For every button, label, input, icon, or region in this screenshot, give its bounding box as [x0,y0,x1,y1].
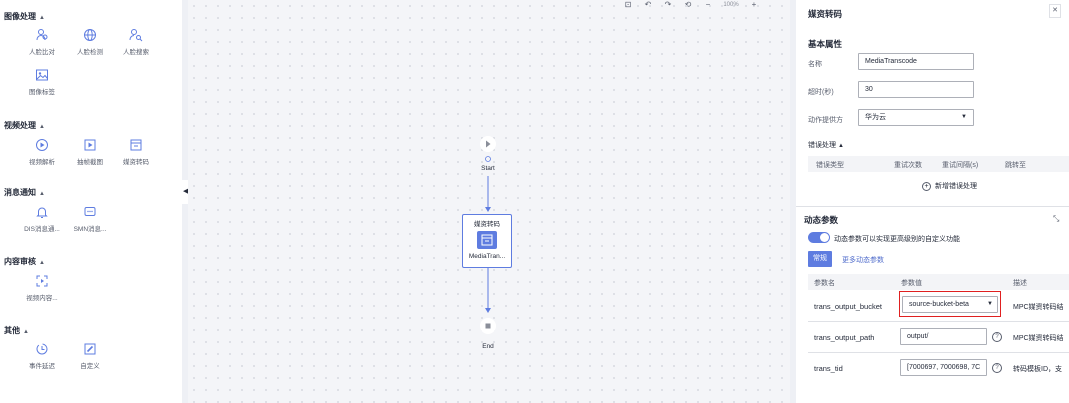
tool-video-moderation[interactable]: 视频内容... [20,274,64,304]
caret-up-icon: ▲ [39,15,45,21]
highlight-box [899,291,1001,317]
tool-custom[interactable]: 自定义 [68,342,112,372]
start-port[interactable] [485,156,491,162]
tool-image-tag[interactable]: 图像标签 [20,68,64,98]
image-icon [36,69,48,81]
task-node-name: MediaTran... [468,253,506,260]
start-label: Start [481,165,495,172]
param-name: trans_output_path [814,333,875,342]
row-divider [808,321,1069,322]
caret-up-icon: ▲ [23,329,29,335]
scan-icon [36,275,48,287]
name-input[interactable]: MediaTranscode [858,53,974,70]
globe-icon [84,29,96,41]
end-label: End [482,343,494,350]
param-value-input[interactable]: output/ [900,328,987,345]
expand-icon[interactable]: ⤡ [1053,214,1059,224]
close-panel-button[interactable]: ✕ [1049,4,1061,18]
section-image-processing[interactable]: 图像处理 ▲ [4,11,45,22]
tab-normal[interactable]: 常规 [808,251,832,267]
add-error-handling-button[interactable]: + 新增错误处理 [922,181,977,191]
transcode-icon [130,139,142,151]
section-message-notify[interactable]: 消息通知 ▲ [4,187,45,198]
frame-capture-icon [84,139,96,151]
param-description: 转码模板ID，支 [1013,366,1062,373]
tab-more-dynamic-params[interactable]: 更多动态参数 [842,255,884,265]
section-other[interactable]: 其他 ▲ [4,325,29,336]
task-node-title: 媒资转码 [474,221,500,228]
tool-face-detect[interactable]: 人脸检测 [68,28,112,58]
section-content-moderation[interactable]: 内容审核 ▲ [4,256,45,267]
flow-canvas[interactable]: ⊡ ↶ ↷ ⟲ − 100% + Start End 媒资转码 MediaTra… [188,0,790,403]
help-icon[interactable]: ? [992,332,1002,342]
stop-icon [485,323,491,329]
play-circle-icon [36,139,48,151]
tool-smn-message[interactable]: SMN消息... [68,205,112,235]
provider-select[interactable]: 华为云 ▼ [858,109,974,126]
arrow-down-icon [485,207,491,212]
timeout-label: 超时(秒) [808,89,834,96]
tool-dis-message[interactable]: DIS消息通... [20,205,64,235]
dynamic-params-toggle[interactable] [808,232,830,243]
param-name: trans_output_bucket [814,302,882,311]
dropdown-arrow-icon: ▼ [961,114,967,120]
panel-header: 媒资转码 [808,9,843,19]
caret-up-icon: ▲ [39,191,45,197]
param-value-input[interactable]: [7000697, 7000698, 7C [900,359,987,376]
bell-icon [36,207,48,218]
row-divider [808,352,1069,353]
chat-icon [84,207,96,216]
edit-icon [84,343,96,355]
help-icon[interactable]: ? [992,363,1002,373]
param-description: MPC媒资转码结 [1013,304,1064,311]
tool-face-search[interactable]: 人脸搜索 [114,28,158,58]
tool-video-parse[interactable]: 视频解析 [20,138,64,168]
section-divider [796,206,1069,207]
name-label: 名称 [808,61,822,68]
dynamic-params-title: 动态参数 [804,215,839,225]
caret-up-icon: ▲ [39,124,45,130]
caret-up-icon: ▲ [39,260,45,266]
tool-frame-capture[interactable]: 抽帧截图 [68,138,112,168]
tool-media-transcode[interactable]: 媒资转码 [114,138,158,168]
dynamic-params-hint: 动态参数可以实现更高级别的自定义功能 [834,236,960,243]
caret-up-icon: ▲ [837,143,844,149]
timeout-input[interactable]: 30 [858,81,974,98]
node-palette: 图像处理 ▲ 人脸比对 人脸检测 人脸搜索 图像标签 视频处理 ▲ 视频解析 抽帧截… [0,0,182,403]
param-name: trans_tid [814,364,843,373]
section-video-processing[interactable]: 视频处理 ▲ [4,120,45,131]
transcode-icon [477,231,497,249]
properties-panel: 媒资转码 ✕ 基本属性 名称 MediaTranscode 超时(秒) 30 动… [796,0,1069,403]
plus-circle-icon: + [922,182,931,191]
param-description: MPC媒资转码结 [1013,335,1064,342]
task-node-media-transcode[interactable]: 媒资转码 MediaTran... [462,214,512,268]
error-table-header: 错误类型 重试次数 重试间隔(s) 跳转至 [808,156,1069,172]
error-handling-toggle[interactable]: 错误处理 ▲ [808,140,844,150]
params-table-header: 参数名 参数值 描述 [808,274,1069,290]
tool-face-compare[interactable]: 人脸比对 [20,28,64,58]
arrow-down-icon [485,308,491,313]
provider-label: 动作提供方 [808,117,843,124]
face-compare-icon [36,29,48,41]
clock-icon [36,343,48,355]
basic-properties-title: 基本属性 [808,39,843,49]
face-search-icon [129,29,143,42]
tool-event-delay[interactable]: 事件延迟 [20,342,64,372]
